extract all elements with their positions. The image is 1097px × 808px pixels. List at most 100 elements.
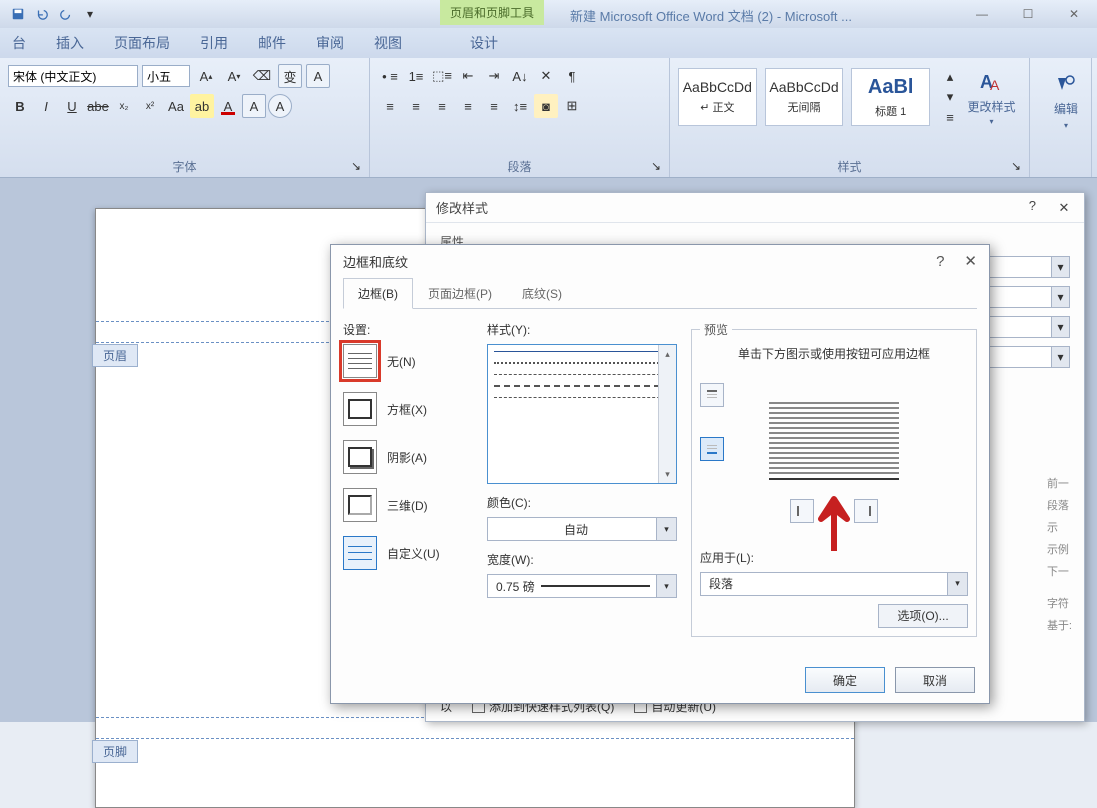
top-border-button[interactable] [700,383,724,407]
change-styles-button[interactable]: AA 更改样式 ▾ [962,68,1021,126]
styles-scroll-down-icon[interactable]: ▾ [938,88,962,106]
subscript-button[interactable]: x₂ [112,94,136,118]
bold-button[interactable]: B [8,94,32,118]
setting-custom[interactable]: 自定义(U) [343,536,473,570]
align-center-icon[interactable]: ≡ [404,94,428,118]
color-combo[interactable]: 自动 ▾ [487,517,677,541]
shading-icon[interactable]: ◙ [534,94,558,118]
maximize-button[interactable]: ☐ [1005,0,1051,28]
threed-icon [343,488,377,522]
font-size-select[interactable] [142,65,190,87]
tab-insert[interactable]: 插入 [56,33,84,53]
tab-borders[interactable]: 边框(B) [343,278,413,309]
justify-icon[interactable]: ≡ [456,94,480,118]
apply-to-dropdown-icon[interactable]: ▾ [947,573,967,595]
line-style-dash-dot[interactable] [494,397,670,398]
setting-box[interactable]: 方框(X) [343,392,473,426]
clear-format-icon[interactable]: ⌫ [250,64,274,88]
color-dropdown-icon[interactable]: ▾ [656,518,676,540]
line-style-dashed-medium[interactable] [494,385,670,387]
tab-design[interactable]: 设计 [470,33,498,53]
apply-to-value: 段落 [709,575,733,592]
tab-page-layout[interactable]: 页面布局 [114,33,170,53]
qat-dropdown-icon[interactable]: ▾ [80,4,100,24]
font-color-button[interactable]: A [216,94,240,118]
distribute-icon[interactable]: ≡ [482,94,506,118]
borders-close-icon[interactable]: ✕ [964,252,977,270]
styles-dialog-launcher-icon[interactable]: ↘ [1011,159,1025,173]
apply-to-combo[interactable]: 段落 ▾ [700,572,968,596]
bullets-icon[interactable]: • ≡ [378,64,402,88]
change-case-button[interactable]: Aa [164,94,188,118]
setting-none[interactable]: 无(N) [343,344,473,378]
tab-page-border[interactable]: 页面边框(P) [413,278,507,309]
line-style-dashed-small[interactable] [494,374,670,375]
enclose-char-icon[interactable]: A [268,94,292,118]
modify-style-close-icon[interactable]: ✕ [1054,198,1074,218]
cancel-button[interactable]: 取消 [895,667,975,693]
line-spacing-icon[interactable]: ↕≡ [508,94,532,118]
setting-3d[interactable]: 三维(D) [343,488,473,522]
font-dialog-launcher-icon[interactable]: ↘ [351,159,365,173]
save-icon[interactable] [8,4,28,24]
tab-review[interactable]: 审阅 [316,33,344,53]
font-name-select[interactable] [8,65,138,87]
char-border-icon[interactable]: A [306,64,330,88]
width-dropdown-icon[interactable]: ▾ [656,575,676,597]
style-no-spacing[interactable]: AaBbCcDd 无间隔 [765,68,844,126]
style-heading1[interactable]: AaBl 标题 1 [851,68,930,126]
style-normal[interactable]: AaBbCcDd ↵ 正文 [678,68,757,126]
undo-icon[interactable] [32,4,52,24]
decrease-indent-icon[interactable]: ⇤ [456,64,480,88]
tab-mailings[interactable]: 邮件 [258,33,286,53]
superscript-button[interactable]: x² [138,94,162,118]
phonetic-guide-icon[interactable]: 变 [278,64,302,88]
tab-shading[interactable]: 底纹(S) [507,278,577,309]
find-icon[interactable] [1054,72,1078,96]
borders-icon[interactable]: ⊞ [560,94,584,118]
style-scrollbar[interactable]: ▴ ▾ [658,345,676,483]
modify-style-help-icon[interactable]: ? [1029,198,1036,218]
multilevel-list-icon[interactable]: ⬚≡ [430,64,454,88]
minimize-button[interactable]: — [959,0,1005,28]
show-marks-icon[interactable]: ¶ [560,64,584,88]
styles-scroll-up-icon[interactable]: ▴ [938,68,962,86]
tab-view[interactable]: 视图 [374,33,402,53]
modify-style-titlebar[interactable]: 修改样式 ? ✕ [426,193,1084,223]
align-right-icon[interactable]: ≡ [430,94,454,118]
shrink-font-icon[interactable]: A▾ [222,64,246,88]
strikethrough-button[interactable]: abe [86,94,110,118]
styles-expand-icon[interactable]: ≡ [938,108,962,126]
setting-shadow[interactable]: 阴影(A) [343,440,473,474]
char-shading-icon[interactable]: A [242,94,266,118]
line-style-solid[interactable] [494,351,670,352]
setting-box-label: 方框(X) [387,401,427,418]
align-left-icon[interactable]: ≡ [378,94,402,118]
asian-layout-icon[interactable]: ✕ [534,64,558,88]
underline-button[interactable]: U [60,94,84,118]
tab-references[interactable]: 引用 [200,33,228,53]
line-style-list[interactable]: ▴ ▾ [487,344,677,484]
preview-paragraph[interactable] [769,402,899,483]
numbering-icon[interactable]: 1≡ [404,64,428,88]
change-styles-label: 更改样式 [968,98,1016,115]
borders-dialog-titlebar[interactable]: 边框和底纹 ? ✕ [331,245,989,277]
scroll-down-icon[interactable]: ▾ [659,465,676,483]
sort-icon[interactable]: A↓ [508,64,532,88]
increase-indent-icon[interactable]: ⇥ [482,64,506,88]
options-button[interactable]: 选项(O)... [878,604,968,628]
italic-button[interactable]: I [34,94,58,118]
scroll-up-icon[interactable]: ▴ [659,345,676,363]
paragraph-dialog-launcher-icon[interactable]: ↘ [651,159,665,173]
borders-help-icon[interactable]: ? [936,253,944,270]
redo-icon[interactable] [56,4,76,24]
line-style-dotted[interactable] [494,362,670,364]
grow-font-icon[interactable]: A▴ [194,64,218,88]
ok-button[interactable]: 确定 [805,667,885,693]
window-controls: — ☐ ✕ [959,0,1097,28]
highlight-button[interactable]: ab [190,94,214,118]
bottom-border-button[interactable] [700,437,724,461]
tab-home-partial[interactable]: 台 [12,33,26,53]
width-combo[interactable]: 0.75 磅 ▾ [487,574,677,598]
close-button[interactable]: ✕ [1051,0,1097,28]
